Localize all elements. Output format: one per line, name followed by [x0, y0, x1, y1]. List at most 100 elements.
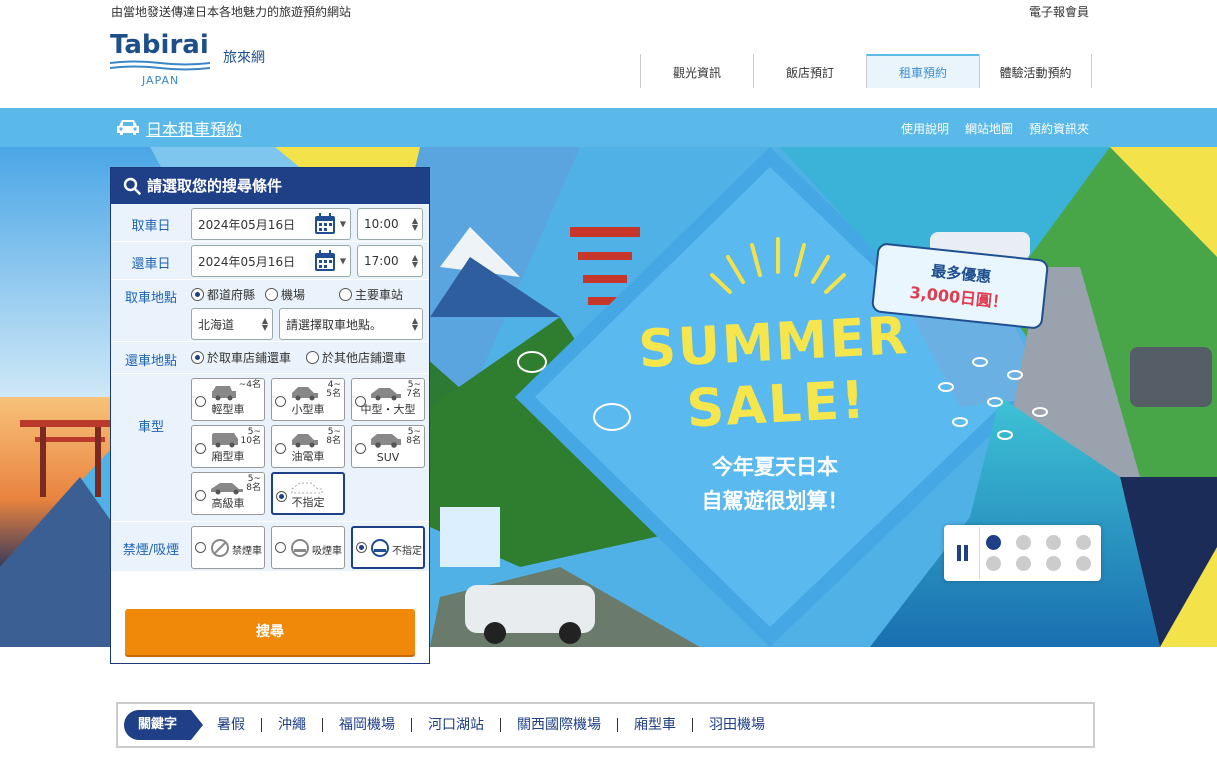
nav-activities[interactable]: 體驗活動預約 [979, 54, 1092, 88]
radio-label: 於其他店鋪還車 [322, 351, 407, 365]
pickup-place-airport-radio[interactable]: 機場 [265, 286, 305, 303]
pickup-place-label: 取車地點 [124, 291, 177, 306]
slide-dot[interactable] [1076, 535, 1091, 550]
slide-dot[interactable] [986, 535, 1001, 550]
slide-dot[interactable] [1016, 535, 1031, 550]
search-panel-title: 請選取您的搜尋條件 [147, 177, 283, 195]
nav-car-rental[interactable]: 租車預約 [866, 54, 979, 88]
smoking-smoking[interactable]: 吸煙車 [271, 526, 345, 569]
car-type-name: 油電車 [291, 450, 325, 463]
site-header: 由當地發送傳達日本各地魅力的旅遊預約網站 電子報會員 Tabirai JAPAN… [0, 0, 1217, 108]
car-type-hybrid[interactable]: 5~ 8名 油電車 [271, 425, 345, 468]
car-type-any[interactable]: 不指定 [271, 472, 345, 515]
keyword-link[interactable]: 沖繩 [261, 718, 322, 732]
calendar-icon[interactable] [314, 213, 336, 235]
headline-summer: SUMMER [636, 305, 911, 381]
return-date-row: 還車日 2024年05月16日 ▼ 17:00 ▲ ▼ [111, 242, 429, 280]
nav-hotel[interactable]: 飯店預訂 [753, 54, 866, 88]
car-type-luxury[interactable]: 5~ 8名 高級車 [191, 472, 265, 515]
return-time-select[interactable]: 17:00 ▲ ▼ [357, 245, 423, 277]
smoking-option-label: 禁煙車 [232, 546, 262, 557]
subtext-line-1: 今年夏天日本 [712, 455, 838, 479]
newsletter-member-link[interactable]: 電子報會員 [1029, 3, 1089, 20]
kei-car-icon [212, 386, 236, 401]
utility-links: 使用說明 網站地圖 預約資訊夾 [901, 120, 1089, 137]
tabirai-logo[interactable]: Tabirai JAPAN [110, 30, 220, 90]
pickup-date-select[interactable]: 2024年05月16日 ▼ [191, 208, 351, 240]
radio-unselected[interactable] [275, 542, 286, 553]
subtext-line-2: 自駕遊很划算！ [701, 489, 849, 513]
car-type-kei[interactable]: ~4名 輕型車 [191, 378, 265, 421]
return-date-select[interactable]: 2024年05月16日 ▼ [191, 245, 351, 277]
help-link[interactable]: 使用說明 [901, 120, 949, 137]
nav-sightseeing[interactable]: 觀光資訊 [640, 54, 753, 88]
pickup-date-label: 取車日 [131, 219, 171, 234]
search-panel: 請選取您的搜尋條件 取車日 2024年05月16日 ▼ 10:00 ▲ ▼ 還車日… [110, 167, 430, 664]
slide-dot[interactable] [1016, 556, 1031, 571]
saved-booking-link[interactable]: 預約資訊夾 [1029, 120, 1089, 137]
return-time-value: 17:00 [364, 254, 399, 268]
chevron-down-icon: ▼ [339, 256, 346, 266]
capacity: 5~ 8名 [326, 427, 341, 446]
up-down-arrow-icon: ▲ ▼ [261, 316, 268, 332]
search-panel-header: 請選取您的搜尋條件 [111, 168, 429, 204]
calendar-icon[interactable] [314, 250, 336, 272]
radio-unselected[interactable] [306, 351, 319, 364]
keyword-link[interactable]: 河口湖站 [411, 718, 500, 732]
radio-unselected[interactable] [339, 288, 352, 301]
car-type-name: 中型・大型 [360, 403, 416, 416]
car-icon [117, 120, 139, 135]
compact-car-icon [292, 387, 318, 401]
radio-unselected[interactable] [265, 288, 278, 301]
car-type-label: 車型 [137, 420, 164, 435]
pickup-location-select[interactable]: 請選擇取車地點。 ▲ ▼ [279, 308, 423, 340]
car-type-compact[interactable]: 4~ 5名 小型車 [271, 378, 345, 421]
section-title-link[interactable]: 日本租車預約 [146, 116, 242, 140]
pickup-time-value: 10:00 [364, 217, 399, 231]
sitemap-link[interactable]: 網站地圖 [965, 120, 1013, 137]
return-date-label: 還車日 [131, 257, 171, 272]
prefecture-select[interactable]: 北海道 ▲ ▼ [191, 308, 273, 340]
keyword-link[interactable]: 福岡機場 [322, 718, 411, 732]
slide-dot[interactable] [1046, 535, 1061, 550]
pause-button[interactable] [946, 527, 980, 579]
car-type-name: 小型車 [291, 403, 325, 416]
car-type-suv[interactable]: 5~ 8名 SUV [351, 425, 425, 468]
pickup-place-prefecture-radio[interactable]: 都道府縣 [191, 286, 255, 303]
slide-dot[interactable] [986, 556, 1001, 571]
return-place-row: 還車地點 於取車店鋪還車 於其他店鋪還車 [111, 342, 429, 374]
capacity: 5~ 8名 [406, 427, 421, 446]
return-other-store-radio[interactable]: 於其他店鋪還車 [306, 349, 406, 366]
pickup-place-row: 取車地點 都道府縣 機場 主要車站 北海道 ▲ ▼ 請選擇取車地點。 ▲ ▼ [111, 280, 429, 342]
keyword-link[interactable]: 暑假 [217, 718, 261, 732]
car-type-van[interactable]: 5~ 10名 廂型車 [191, 425, 265, 468]
keyword-link[interactable]: 羽田機場 [692, 718, 781, 732]
logo-wordmark: Tabirai [110, 30, 209, 60]
smoking-any[interactable]: 不指定 [351, 526, 425, 569]
radio-unselected[interactable] [195, 542, 206, 553]
slide-dot[interactable] [1076, 556, 1091, 571]
smoking-option-label: 吸煙車 [312, 546, 342, 557]
section-bar: 日本租車預約 使用說明 網站地圖 預約資訊夾 [0, 108, 1217, 147]
keyword-link[interactable]: 關西國際機場 [500, 718, 617, 732]
luxury-car-icon [211, 483, 243, 495]
keyword-link[interactable]: 廂型車 [617, 718, 692, 732]
pickup-time-select[interactable]: 10:00 ▲ ▼ [357, 208, 423, 240]
chevron-down-icon: ▼ [339, 219, 346, 229]
capacity: ~4名 [238, 380, 261, 390]
return-same-store-radio[interactable]: 於取車店鋪還車 [191, 349, 291, 366]
radio-selected[interactable] [191, 351, 204, 364]
car-type-row: 車型 ~4名 輕型車 4~ 5名 小型車 5~ 7名 中型・大型 5~ 10名 廂型車 [111, 374, 429, 522]
radio-label: 都道府縣 [207, 288, 256, 302]
return-date-value: 2024年05月16日 [198, 254, 296, 269]
capacity: 5~ 10名 [240, 427, 261, 446]
slide-dot[interactable] [1046, 556, 1061, 571]
search-icon [123, 177, 141, 195]
car-type-midsize[interactable]: 5~ 7名 中型・大型 [351, 378, 425, 421]
pickup-place-station-radio[interactable]: 主要車站 [339, 286, 403, 303]
pickup-date-value: 2024年05月16日 [198, 217, 296, 232]
search-button[interactable]: 搜尋 [125, 609, 415, 655]
radio-selected[interactable] [356, 542, 367, 553]
radio-selected[interactable] [191, 288, 204, 301]
smoking-nonsmoking[interactable]: 禁煙車 [191, 526, 265, 569]
